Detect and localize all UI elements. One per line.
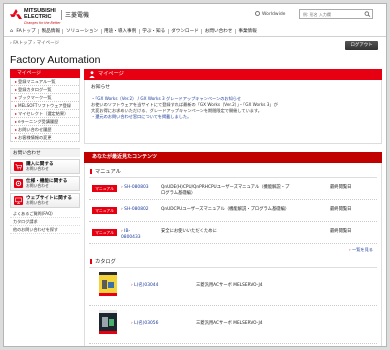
nav-item-solutions[interactable]: ソリューション bbox=[63, 28, 102, 34]
mypage-heading: マイページ bbox=[84, 69, 382, 80]
notice-box: お知らせ ・「GX Works（Ver.2） / GX Works 3 グレード… bbox=[84, 80, 382, 144]
recent-content-box: マニュアル マニュアル › SH-080803 QnUDE(H)CPU/QnPR… bbox=[84, 163, 382, 346]
catalog-link[interactable]: › L(名)03044 bbox=[131, 283, 158, 289]
sidebar-item-profile[interactable]: ▸お客様情報の変更 bbox=[11, 134, 79, 142]
mitsubishi-logo-icon[interactable] bbox=[10, 9, 22, 19]
other-inquiry-link[interactable]: 他のお問い合わせを探す bbox=[10, 226, 80, 234]
catalog-thumbnail[interactable] bbox=[99, 272, 117, 297]
logo-jp: 三菱電機 bbox=[65, 12, 90, 19]
arrow-icon: ▸ bbox=[15, 127, 18, 132]
sidebar-item-software-registration[interactable]: ▸MELSOFTソフトウェア登録 bbox=[11, 102, 79, 110]
sidebar-links: よくあるご質問(FAQ) カタログ請求 他のお問い合わせを探す bbox=[10, 210, 80, 234]
faq-link[interactable]: よくあるご質問(FAQ) bbox=[10, 210, 80, 218]
global-nav: ⌂ FAトップ 製品情報 ソリューション 用途・導入事例 学ぶ・知る ダウンロー… bbox=[4, 26, 386, 37]
manual-date-label: 最終閲覧日 bbox=[330, 229, 352, 234]
nav-item-case-studies[interactable]: 用途・導入事例 bbox=[102, 28, 140, 34]
nav-item-contact[interactable]: お問い合わせ bbox=[202, 28, 236, 34]
nav-item-business[interactable]: 事業情報 bbox=[236, 29, 259, 34]
sidebar-title: マイページ bbox=[10, 69, 80, 78]
catalog-row: › L(名)03044 三菱汎用ACサーボ MELSERVO-J4 bbox=[89, 268, 377, 307]
cart-icon bbox=[14, 162, 23, 171]
manual-row: マニュアル › SH-080803 QnUDE(H)CPU/QnPRHCPUユー… bbox=[89, 178, 377, 200]
sidebar-menu: ▸登録マニュアル一覧 ▸登録カタログ一覧 ▸ブックマーク一覧 ▸MELSOFTソ… bbox=[10, 78, 80, 142]
sidebar: マイページ ▸登録マニュアル一覧 ▸登録カタログ一覧 ▸ブックマーク一覧 ▸ME… bbox=[10, 69, 80, 234]
manual-section-title: マニュアル bbox=[89, 166, 377, 178]
arrow-icon: ▸ bbox=[15, 95, 18, 100]
manual-badge: マニュアル bbox=[92, 207, 117, 214]
breadcrumb[interactable]: › FAトップ › マイページ bbox=[10, 41, 59, 47]
manual-title: QnUDCPUユーザーズマニュアル（機能解説・プログラム基礎編） bbox=[161, 207, 290, 212]
manual-row: マニュアル › SH-080802 QnUDCPUユーザーズマニュアル（機能解説… bbox=[89, 200, 377, 222]
site-header: MITSUBISHI ELECTRIC Changes for the Bett… bbox=[4, 4, 386, 26]
worldwide-link[interactable]: Worldwide bbox=[255, 11, 285, 18]
browser-page: MITSUBISHI ELECTRIC Changes for the Bett… bbox=[3, 3, 387, 347]
purchase-inquiry-button[interactable]: 購入に関する お問い合わせ bbox=[10, 159, 80, 174]
sidebar-item-catalog-list[interactable]: ▸登録カタログ一覧 bbox=[11, 86, 79, 94]
catalog-request-link[interactable]: カタログ請求 bbox=[10, 218, 80, 226]
sidebar-item-elearning[interactable]: ▸eラーニング受講履歴 bbox=[11, 118, 79, 126]
sidebar-item-my-select[interactable]: ▸マイセレクト（選定結果） bbox=[11, 110, 79, 118]
arrow-icon: ▸ bbox=[15, 135, 18, 140]
monitor-icon bbox=[14, 196, 23, 205]
page-title: Factory Automation bbox=[10, 54, 101, 66]
logo-divider bbox=[61, 10, 62, 20]
search-box bbox=[299, 9, 373, 19]
logo-text: MITSUBISHI ELECTRIC bbox=[24, 8, 56, 20]
manual-badge: マニュアル bbox=[92, 185, 117, 192]
catalog-title: 三菱汎用ACサーボ MELSERVO-J4 bbox=[196, 321, 263, 327]
manual-title: 安全にお使いいただくために bbox=[161, 229, 217, 234]
search-input[interactable] bbox=[300, 10, 362, 18]
catalog-row: › L(名)03056 三菱汎用ACサーボ MELSERVO-J4 bbox=[89, 306, 377, 345]
manual-date-label: 最終閲覧日 bbox=[330, 185, 352, 190]
nav-item-products[interactable]: 製品情報 bbox=[39, 28, 64, 34]
catalog-section-title: カタログ bbox=[89, 256, 377, 269]
contact-heading: お問い合わせ bbox=[10, 148, 80, 157]
catalog-link[interactable]: › L(名)03056 bbox=[131, 321, 158, 327]
search-icon[interactable] bbox=[364, 11, 371, 17]
more-link[interactable]: › 一覧を見る bbox=[89, 244, 377, 256]
nav-item-fa-top[interactable]: FAトップ bbox=[14, 28, 40, 34]
globe-icon bbox=[255, 11, 260, 16]
manual-link[interactable]: › SH-080803 bbox=[121, 185, 149, 191]
sidebar-item-manual-list[interactable]: ▸登録マニュアル一覧 bbox=[11, 78, 79, 86]
arrow-icon: ▸ bbox=[15, 87, 18, 92]
person-icon bbox=[89, 71, 95, 78]
arrow-icon: ▸ bbox=[15, 103, 18, 108]
manual-badge: マニュアル bbox=[92, 229, 117, 236]
recent-content-heading: あなたが最近見たコンテンツ bbox=[84, 152, 382, 163]
manual-row: マニュアル › IB-0800433 安全にお使いいただくために 最終閲覧日 bbox=[89, 222, 377, 244]
manual-link[interactable]: › IB-0800433 bbox=[121, 229, 141, 240]
notice-title: お知らせ bbox=[91, 85, 111, 90]
catalog-thumbnail[interactable] bbox=[99, 310, 117, 335]
arrow-icon: ▸ bbox=[15, 119, 18, 124]
manual-date-label: 最終閲覧日 bbox=[330, 207, 352, 212]
main-content: マイページ お知らせ ・「GX Works（Ver.2） / GX Works … bbox=[84, 69, 382, 346]
arrow-icon: ▸ bbox=[15, 79, 18, 84]
nav-item-download[interactable]: ダウンロード bbox=[169, 28, 203, 34]
arrow-icon: ▸ bbox=[15, 111, 18, 116]
manual-title: QnUDE(H)CPU/QnPRHCPUユーザーズマニュアル（機能解説・プログラ… bbox=[161, 185, 290, 196]
website-inquiry-button[interactable]: ウェブサイトに関する お問い合わせ bbox=[10, 193, 80, 208]
logo-tagline: Changes for the Better bbox=[24, 21, 61, 25]
sidebar-item-inquiry-history[interactable]: ▸お問い合わせ履歴 bbox=[11, 126, 79, 134]
gear-icon bbox=[14, 179, 23, 188]
manual-link[interactable]: › SH-080802 bbox=[121, 207, 149, 213]
logout-button[interactable]: ログアウト bbox=[345, 41, 378, 50]
spec-inquiry-button[interactable]: 仕様・機能に関する お問い合わせ bbox=[10, 176, 80, 191]
nav-item-learn[interactable]: 学ぶ・知る bbox=[140, 28, 169, 34]
catalog-title: 三菱汎用ACサーボ MELSERVO-J4 bbox=[196, 283, 263, 289]
sidebar-item-bookmarks[interactable]: ▸ブックマーク一覧 bbox=[11, 94, 79, 102]
notice-link[interactable]: ・還元のお問い合わせ窓口についてを掲載しました。 bbox=[91, 114, 375, 120]
